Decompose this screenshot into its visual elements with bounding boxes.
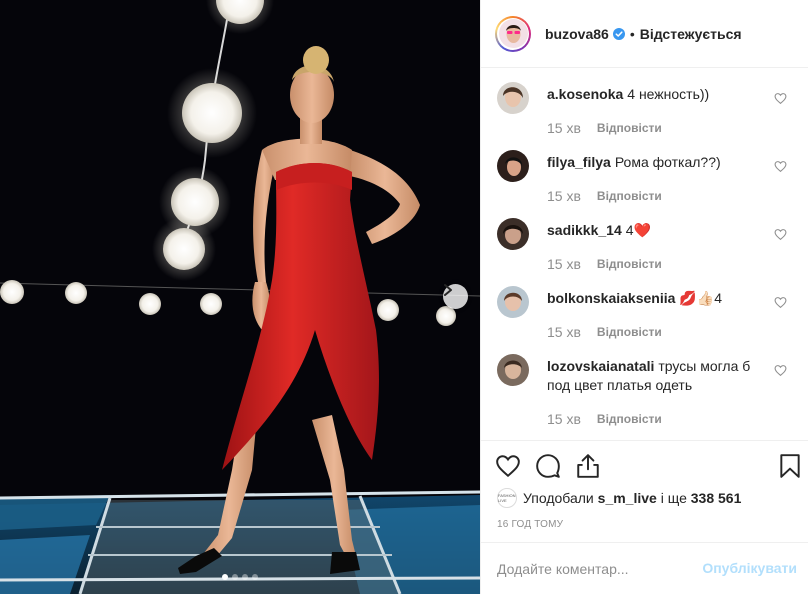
- comment-text: 4❤️: [625, 222, 651, 238]
- reply-button[interactable]: Відповісти: [597, 412, 662, 426]
- heart-icon[interactable]: [495, 453, 521, 479]
- comment-bubble-icon[interactable]: [535, 453, 561, 479]
- share-icon[interactable]: [575, 453, 601, 479]
- comment-item: filya_filya Рома фоткал??) 15 хв Відповіс…: [481, 136, 808, 204]
- comment-username[interactable]: filya_filya: [547, 154, 611, 170]
- reply-button[interactable]: Відповісти: [597, 257, 662, 271]
- comment-text: Рома фоткал??): [614, 154, 721, 170]
- add-comment-section: Опублікувати: [481, 542, 808, 594]
- likes-middle: і ще: [660, 490, 687, 506]
- heart-icon[interactable]: [774, 228, 787, 241]
- comment-time[interactable]: 15 хв: [547, 120, 581, 136]
- chevron-right-icon: [444, 284, 452, 296]
- avatar[interactable]: [497, 218, 529, 250]
- post-timestamp[interactable]: 16 ГОД ТОМУ: [497, 519, 563, 530]
- carousel-dot: [242, 574, 248, 580]
- likes-summary[interactable]: FASHION LIVE Уподобали s_m_live і ще 338…: [497, 488, 741, 508]
- comments-list[interactable]: a.kosenoka 4 нежность)) 15 хв Відповісти …: [481, 68, 808, 440]
- next-slide-button[interactable]: [443, 284, 468, 309]
- reply-button[interactable]: Відповісти: [597, 325, 662, 339]
- comment-username[interactable]: lozovskaianatali: [547, 358, 654, 374]
- story-ring-avatar[interactable]: [495, 15, 531, 52]
- comment-time[interactable]: 15 хв: [547, 188, 581, 204]
- post-header: buzova86 • Відстежується: [481, 0, 808, 68]
- reply-button[interactable]: Відповісти: [597, 189, 662, 203]
- verified-badge-icon: [612, 27, 625, 40]
- heart-icon[interactable]: [774, 296, 787, 309]
- comment-input[interactable]: [497, 559, 697, 579]
- comment-time[interactable]: 15 хв: [547, 324, 581, 340]
- post-author-username[interactable]: buzova86: [545, 26, 609, 42]
- avatar[interactable]: FASHION LIVE: [497, 488, 517, 508]
- reply-button[interactable]: Відповісти: [597, 121, 662, 135]
- carousel-dot: [252, 574, 258, 580]
- carousel-dot: [232, 574, 238, 580]
- avatar: [498, 19, 528, 48]
- post-photo: [0, 0, 480, 594]
- comment-item: a.kosenoka 4 нежность)) 15 хв Відповісти: [481, 68, 808, 136]
- likes-user[interactable]: s_m_live: [598, 490, 657, 506]
- action-bar: [495, 453, 801, 481]
- comment-item: bolkonskaiakseniia 💋👍🏻4 15 хв Відповісти: [481, 272, 808, 340]
- comment-text: 💋👍🏻4: [679, 290, 723, 306]
- following-button[interactable]: Відстежується: [640, 26, 742, 42]
- comment-item: sadikkk_14 4❤️ 15 хв Відповісти: [481, 204, 808, 272]
- avatar[interactable]: [497, 354, 529, 386]
- comment-time[interactable]: 15 хв: [547, 256, 581, 272]
- carousel-dot-active: [222, 574, 228, 580]
- comment-username[interactable]: bolkonskaiakseniia: [547, 290, 675, 306]
- header-separator: •: [629, 25, 635, 42]
- publish-button[interactable]: Опублікувати: [702, 560, 797, 576]
- comment-item: lozovskaianatali трусы могла б под цвет п…: [481, 340, 808, 427]
- heart-icon[interactable]: [774, 160, 787, 173]
- likes-count[interactable]: 338 561: [691, 490, 742, 506]
- comment-time[interactable]: 15 хв: [547, 411, 581, 427]
- photo-scene: [0, 0, 480, 594]
- carousel-indicator: [0, 574, 480, 580]
- heart-icon[interactable]: [774, 364, 787, 377]
- avatar[interactable]: [497, 286, 529, 318]
- heart-icon[interactable]: [774, 92, 787, 105]
- post-sidebar: buzova86 • Відстежується a.kosenoka 4 неж…: [480, 0, 808, 594]
- comment-username[interactable]: a.kosenoka: [547, 86, 623, 102]
- avatar[interactable]: [497, 150, 529, 182]
- bookmark-icon[interactable]: [777, 453, 803, 479]
- comment-text: 4 нежность)): [627, 86, 710, 102]
- likes-prefix: Уподобали: [523, 490, 594, 506]
- comment-username[interactable]: sadikkk_14: [547, 222, 622, 238]
- avatar[interactable]: [497, 82, 529, 114]
